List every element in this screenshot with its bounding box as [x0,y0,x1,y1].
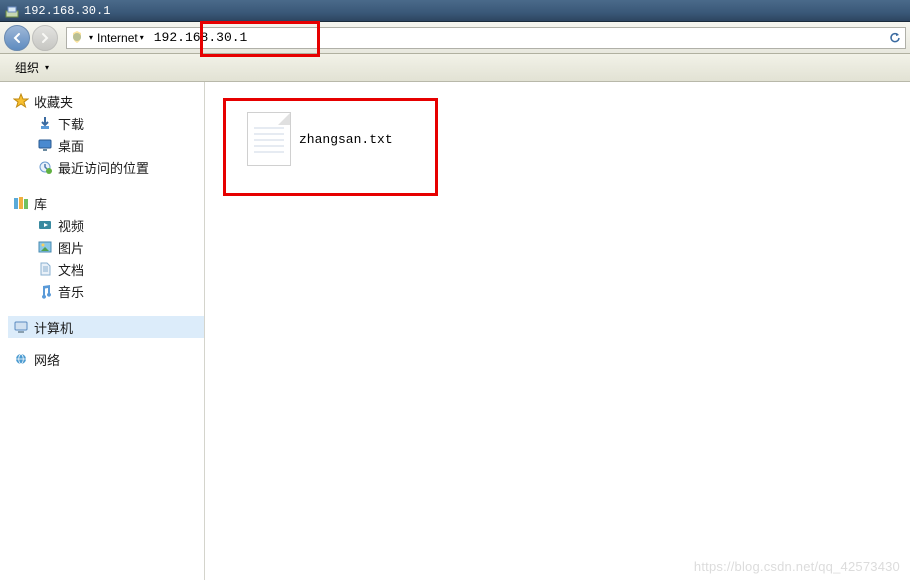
video-icon [36,216,54,234]
organize-label: 组织 [15,59,39,76]
tree-item-favorites[interactable]: 收藏夹 [8,90,204,112]
window-title: 192.168.30.1 [24,4,110,18]
tree-item-network[interactable]: 网络 [8,348,204,370]
tree-label: 下载 [58,114,84,133]
music-icon [36,282,54,300]
tree-item-music[interactable]: 音乐 [8,280,204,302]
tree-label: 库 [34,194,47,213]
refresh-icon[interactable] [885,32,905,44]
organize-button[interactable]: 组织 ▾ [8,56,56,79]
tree-item-videos[interactable]: 视频 [8,214,204,236]
forward-button[interactable] [32,25,58,51]
tree-item-desktop[interactable]: 桌面 [8,134,204,156]
window-icon [4,3,20,19]
libraries-icon [12,194,30,212]
watermark: https://blog.csdn.net/qq_42573430 [694,559,900,574]
tree-label: 音乐 [58,282,84,301]
tree-label: 视频 [58,216,84,235]
tree-label: 图片 [58,238,84,257]
zone-label[interactable]: Internet ▾ [93,31,148,45]
address-bar[interactable]: ▾ Internet ▾ 192.168.30.1 [66,27,906,49]
tree-label: 桌面 [58,136,84,155]
picture-icon [36,238,54,256]
document-icon [36,260,54,278]
tree-item-recent[interactable]: 最近访问的位置 [8,156,204,178]
recent-icon [36,158,54,176]
network-icon [12,350,30,368]
tree-item-documents[interactable]: 文档 [8,258,204,280]
back-button[interactable] [4,25,30,51]
computer-icon [12,318,30,336]
title-bar: 192.168.30.1 [0,0,910,22]
star-icon [12,92,30,110]
tree-label: 最近访问的位置 [58,158,149,177]
tree-group-libraries: 库 视频 图片 文档 [0,192,204,302]
tree-group-network: 网络 [0,348,204,370]
tree-group-computer: 计算机 [0,316,204,338]
main-area: 收藏夹 下载 桌面 最近访问的位置 [0,82,910,580]
address-path[interactable]: 192.168.30.1 [148,30,885,45]
tree-item-libraries[interactable]: 库 [8,192,204,214]
file-item[interactable]: zhangsan.txt [243,108,443,170]
content-pane[interactable]: zhangsan.txt [205,82,910,580]
globe-shield-icon [67,31,87,45]
tree-label: 网络 [34,350,60,369]
tree-group-favorites: 收藏夹 下载 桌面 最近访问的位置 [0,90,204,178]
tree-label: 收藏夹 [34,92,73,111]
zone-text: Internet [97,31,138,45]
download-icon [36,114,54,132]
navigation-bar: ▾ Internet ▾ 192.168.30.1 [0,22,910,54]
tree-item-downloads[interactable]: 下载 [8,112,204,134]
tree-item-pictures[interactable]: 图片 [8,236,204,258]
text-file-icon [247,112,291,166]
tree-label: 计算机 [34,318,73,337]
tree-label: 文档 [58,260,84,279]
chevron-down-icon[interactable]: ▾ [140,33,144,42]
sidebar: 收藏夹 下载 桌面 最近访问的位置 [0,82,205,580]
toolbar: 组织 ▾ [0,54,910,82]
file-name: zhangsan.txt [299,132,393,147]
desktop-icon [36,136,54,154]
tree-item-computer[interactable]: 计算机 [8,316,204,338]
chevron-down-icon: ▾ [45,63,49,72]
